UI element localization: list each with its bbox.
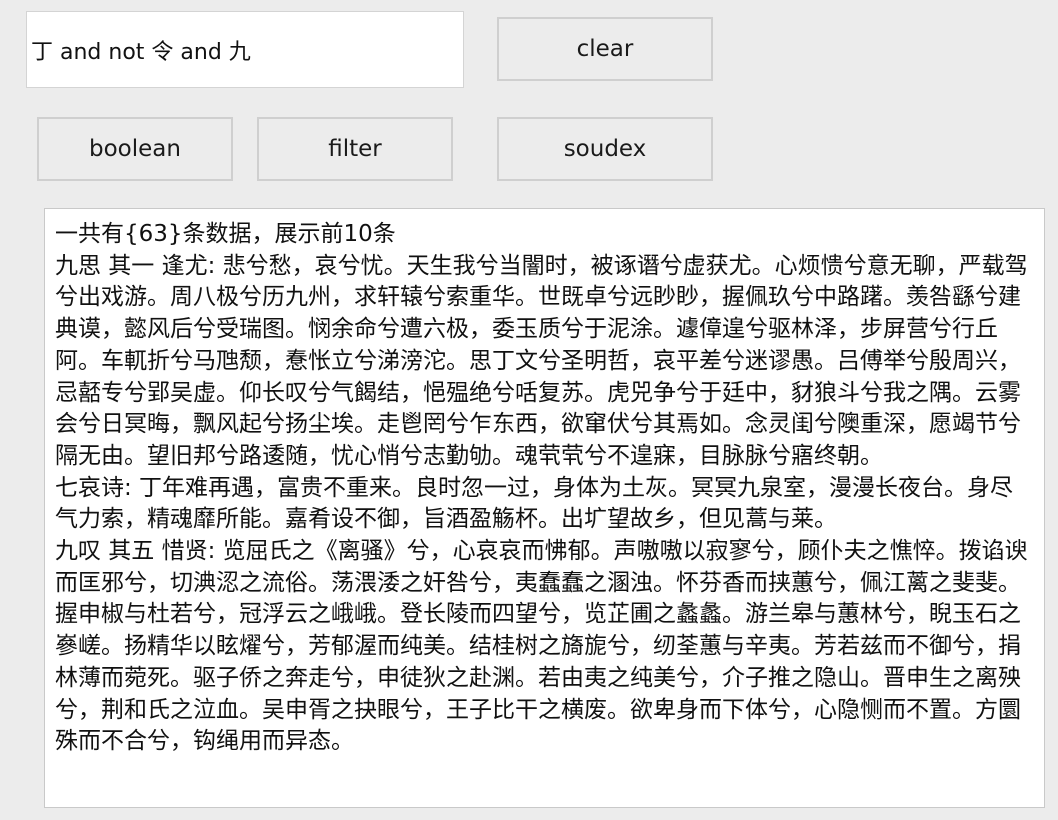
boolean-search-button[interactable]: boolean: [37, 117, 233, 181]
soudex-button[interactable]: soudex: [497, 117, 713, 181]
filter-button[interactable]: filter: [257, 117, 453, 181]
results-text: 一共有{63}条数据，展示前10条 九思 其一 逢尤: 悲兮愁，哀兮忧。天生我兮…: [55, 221, 1028, 755]
clear-button[interactable]: clear: [497, 17, 713, 81]
results-text-area[interactable]: 一共有{63}条数据，展示前10条 九思 其一 逢尤: 悲兮愁，哀兮忧。天生我兮…: [44, 208, 1045, 808]
search-input[interactable]: [26, 11, 464, 88]
